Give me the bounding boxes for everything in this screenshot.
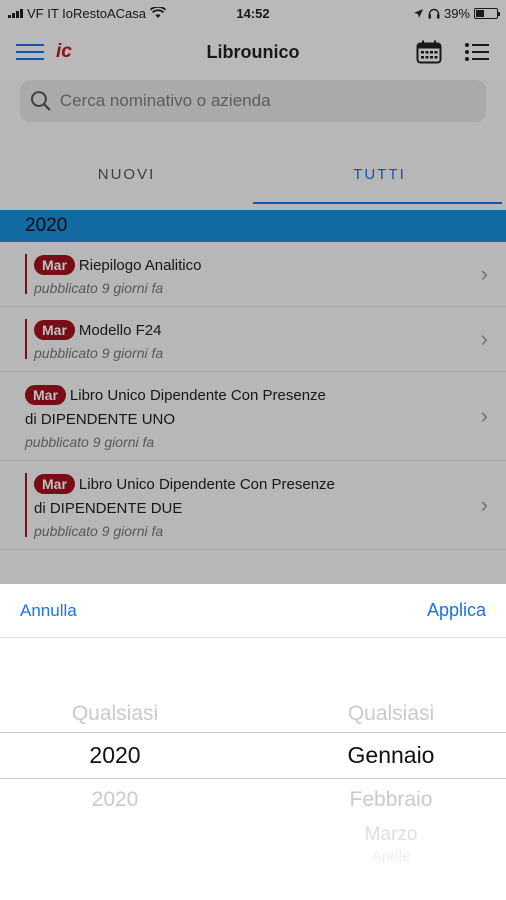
year-option[interactable]: Qualsiasi	[0, 702, 230, 726]
date-picker-sheet: Annulla Applica Qualsiasi 2020 2020 Qual…	[0, 584, 506, 900]
month-option[interactable]: Aprile	[276, 848, 506, 865]
cancel-button[interactable]: Annulla	[20, 601, 77, 621]
picker-selection-line-bottom	[0, 778, 506, 779]
month-option[interactable]: Febbraio	[276, 788, 506, 812]
month-option[interactable]: Qualsiasi	[276, 702, 506, 726]
modal-dim-overlay[interactable]	[0, 0, 506, 584]
year-option[interactable]: 2020	[0, 788, 230, 812]
month-option-selected[interactable]: Gennaio	[276, 742, 506, 769]
date-picker: Qualsiasi 2020 2020 Qualsiasi Gennaio Fe…	[0, 638, 506, 900]
apply-button[interactable]: Applica	[427, 600, 486, 621]
picker-toolbar: Annulla Applica	[0, 584, 506, 638]
month-option[interactable]: Marzo	[276, 824, 506, 846]
year-option-selected[interactable]: 2020	[0, 742, 230, 769]
picker-selection-line-top	[0, 732, 506, 733]
